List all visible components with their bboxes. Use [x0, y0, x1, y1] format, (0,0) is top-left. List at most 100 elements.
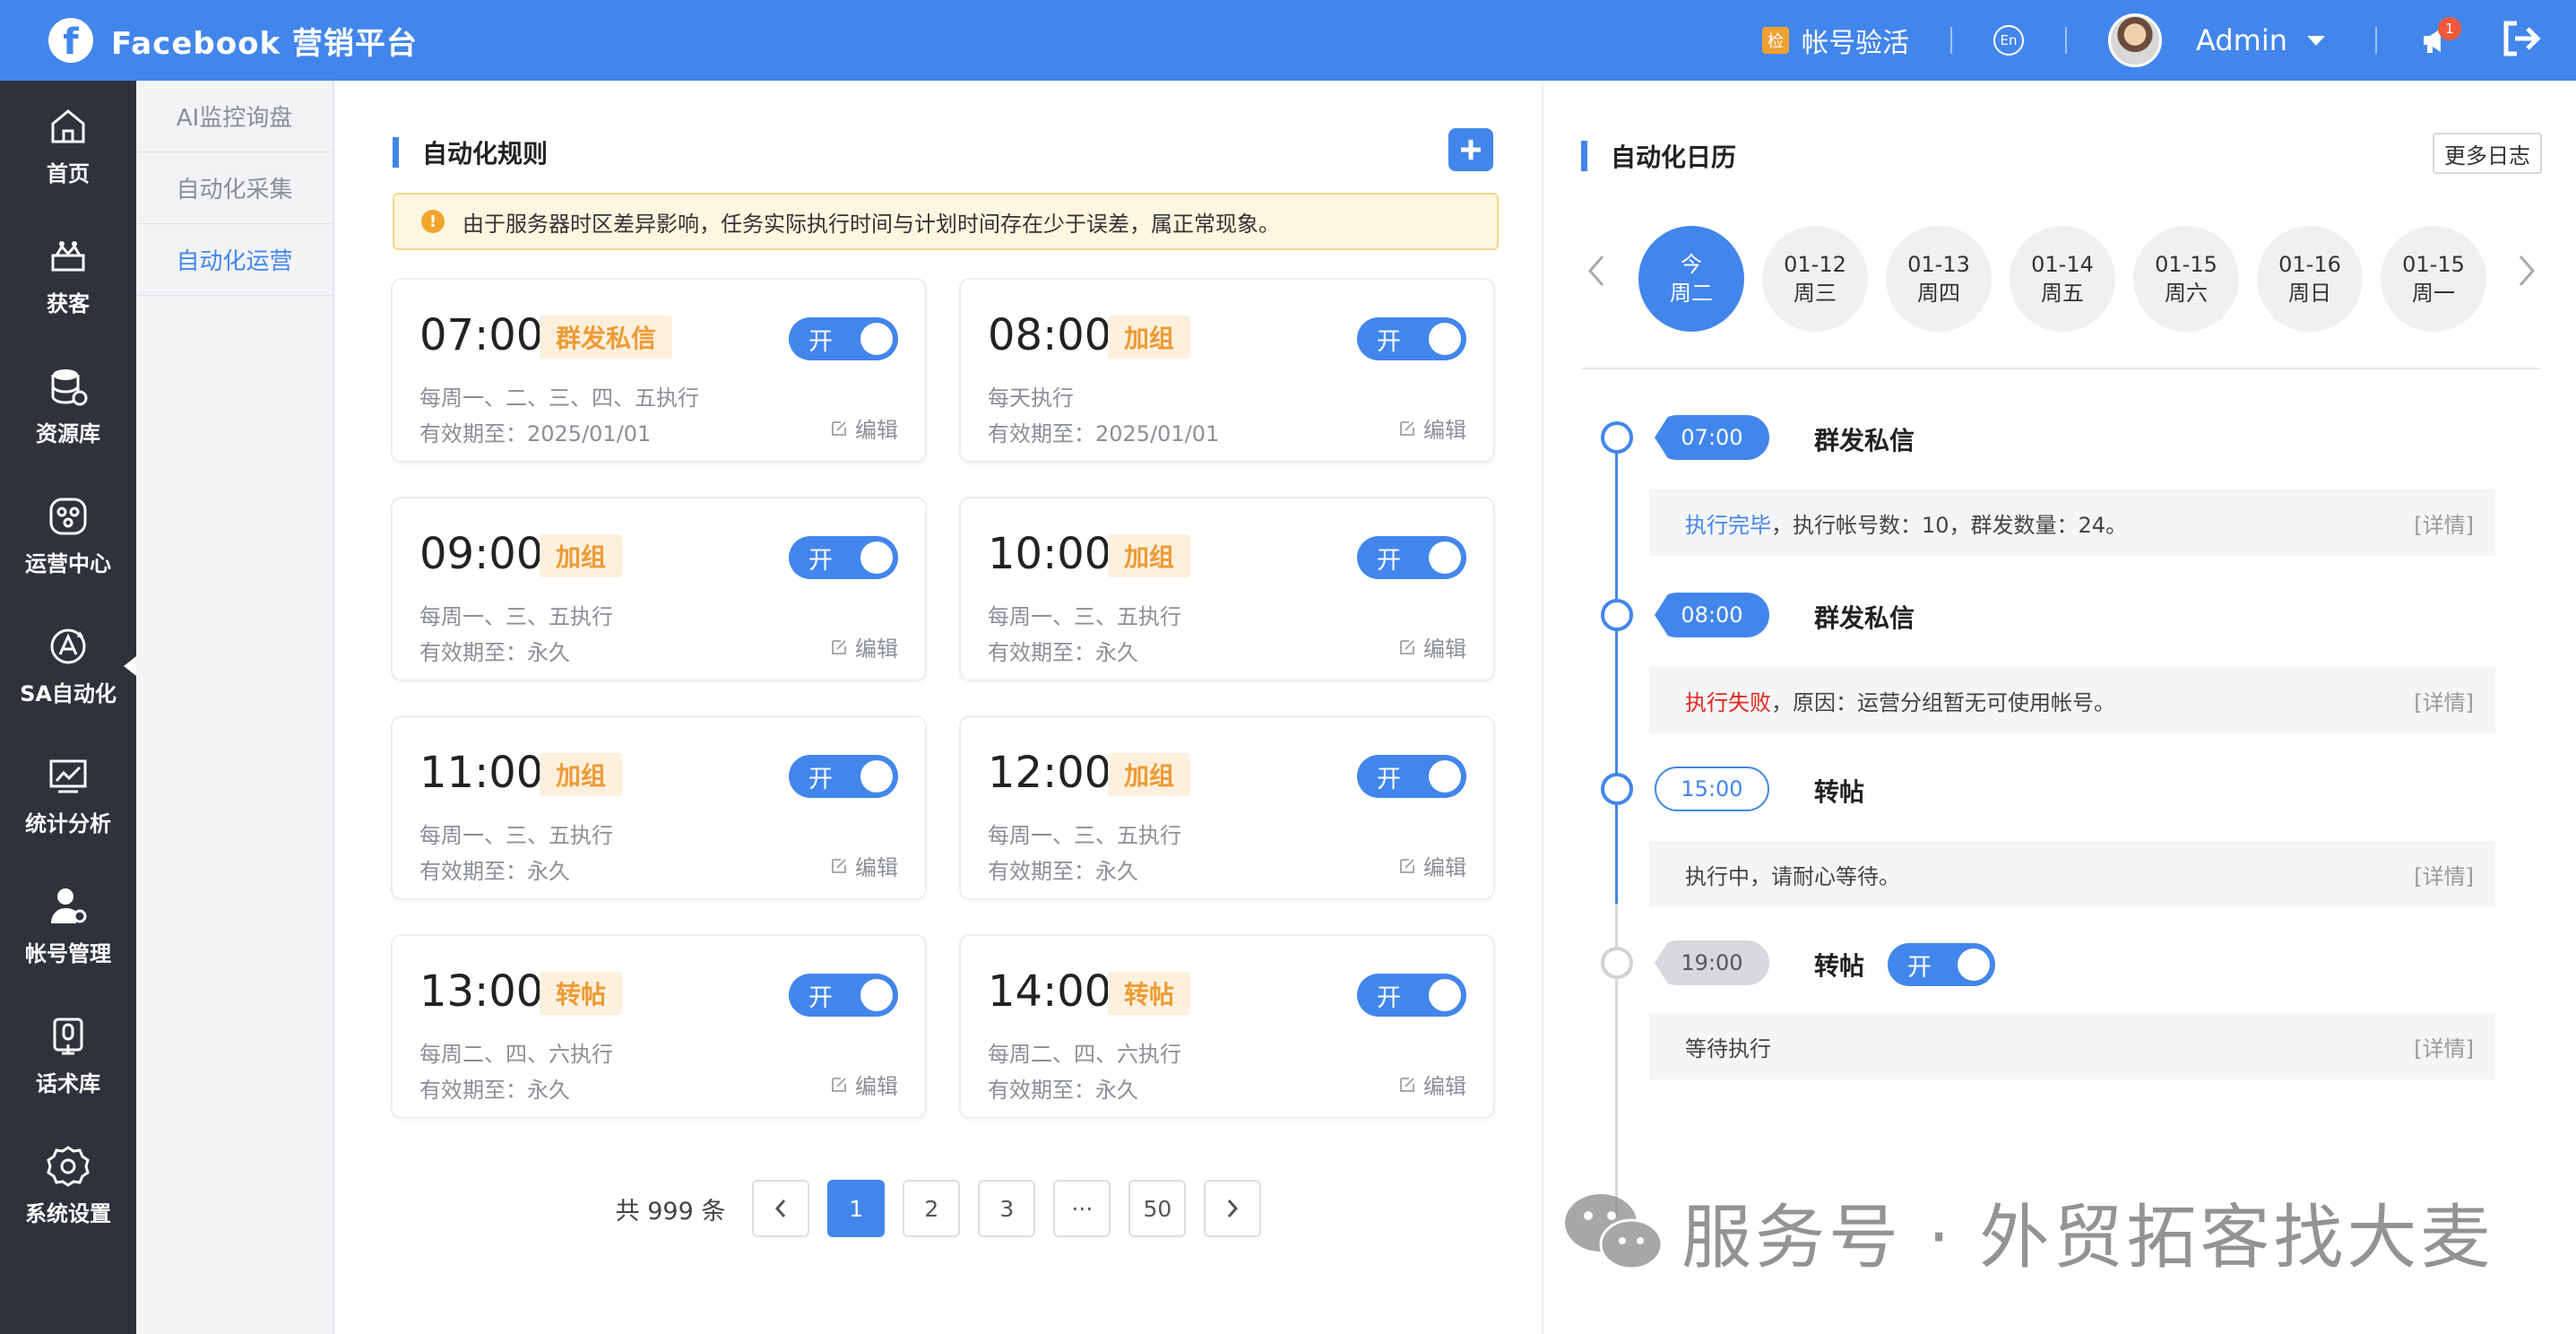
rule-card[interactable]: 13:00 转帖 开 每周二、四、六执行 有效期至：永久 编辑	[391, 934, 927, 1119]
rule-toggle[interactable]: 开	[789, 317, 898, 360]
toggle-label: 开	[1377, 765, 1401, 793]
chart-icon	[49, 759, 87, 793]
calendar-day[interactable]: 01-15 周一	[2381, 226, 2486, 332]
day-date: 01-14	[2031, 252, 2094, 277]
sidebar-item-account[interactable]: 帐号管理	[0, 861, 136, 991]
rule-toggle[interactable]: 开	[789, 755, 898, 798]
edit-button[interactable]: 编辑	[830, 412, 898, 444]
sidebar-item-scripts[interactable]: 话术库	[0, 991, 136, 1121]
database-icon	[51, 369, 88, 406]
detail-message: ，执行帐号数：10，群发数量：24。	[1771, 512, 2128, 538]
sidebar-item-acquire[interactable]: 获客	[0, 211, 136, 341]
warning-icon: !	[421, 210, 445, 233]
edit-icon	[1400, 858, 1414, 873]
rule-toggle[interactable]: 开	[1357, 536, 1466, 579]
sidebar-item-operation[interactable]: 运营中心	[0, 471, 136, 601]
sidebar-item-label: 帐号管理	[25, 941, 111, 966]
rule-card[interactable]: 14:00 转帖 开 每周二、四、六执行 有效期至：永久 编辑	[959, 934, 1495, 1119]
toggle-label: 开	[808, 327, 833, 356]
edit-button[interactable]: 编辑	[830, 631, 898, 663]
toggle-knob	[860, 541, 893, 574]
sidebar-item-resources[interactable]: 资源库	[0, 341, 136, 471]
rule-card[interactable]: 07:00 群发私信 开 每周一、二、三、四、五执行 有效期至：2025/01/…	[391, 278, 927, 463]
rule-toggle[interactable]: 开	[789, 536, 898, 579]
edit-button[interactable]: 编辑	[830, 1069, 898, 1100]
detail-link[interactable]: [详情]	[2414, 1031, 2474, 1062]
edit-button[interactable]: 编辑	[1398, 631, 1466, 663]
sidebar-item-settings[interactable]: 系统设置	[0, 1121, 136, 1251]
timeline-toggle[interactable]: 开	[1888, 943, 1995, 986]
edit-icon	[1400, 420, 1414, 436]
rule-toggle[interactable]: 开	[1357, 974, 1466, 1017]
sidebar-item-sa-automation[interactable]: SA自动化	[0, 601, 136, 731]
edit-button[interactable]: 编辑	[830, 850, 898, 881]
timeline-dot	[1601, 773, 1633, 805]
edit-button[interactable]: 编辑	[1398, 412, 1466, 444]
acquire-icon	[51, 241, 85, 272]
logout-icon	[2503, 21, 2541, 56]
timeline-detail: 执行完毕 ，执行帐号数：10，群发数量：24。 [详情]	[1649, 489, 2495, 556]
subnav-item-auto-operation[interactable]: 自动化运营	[136, 224, 333, 296]
page-button[interactable]: 50	[1128, 1180, 1187, 1237]
page-ellipsis-button[interactable]: ···	[1053, 1180, 1111, 1237]
next-day-button[interactable]	[2517, 253, 2537, 292]
timeline-task-name: 群发私信	[1814, 426, 1915, 455]
logo[interactable]: f Facebook 营销平台	[48, 18, 418, 63]
toggle-knob	[860, 323, 893, 355]
detail-link[interactable]: [详情]	[2414, 685, 2474, 716]
timeline-time: 07:00	[1655, 415, 1769, 460]
page-button[interactable]: 2	[903, 1180, 961, 1237]
detail-link[interactable]: [详情]	[2414, 507, 2474, 539]
day-date: 01-15	[2155, 252, 2217, 277]
calendar-day[interactable]: 01-13 周四	[1886, 226, 1992, 332]
logout-button[interactable]	[2501, 20, 2542, 61]
calendar-day-today[interactable]: 今周二	[1638, 226, 1744, 332]
rule-card[interactable]: 11:00 加组 开 每周一、三、五执行 有效期至：永久 编辑	[391, 715, 927, 900]
rule-card[interactable]: 08:00 加组 开 每天执行 有效期至：2025/01/01 编辑	[959, 278, 1495, 463]
edit-button[interactable]: 编辑	[1398, 850, 1466, 881]
day-week: 周五	[2041, 281, 2084, 306]
rule-toggle[interactable]: 开	[1357, 317, 1466, 360]
calendar-day[interactable]: 01-14 周五	[2010, 226, 2115, 332]
detail-link[interactable]: [详情]	[2414, 859, 2474, 890]
operation-icon	[49, 498, 87, 535]
prev-day-button[interactable]	[1586, 253, 1606, 292]
rule-tag: 群发私信	[540, 316, 673, 359]
page-button[interactable]: 1	[827, 1180, 886, 1237]
calendar-day[interactable]: 01-16 周日	[2257, 226, 2363, 332]
chevron-right-icon	[2519, 256, 2535, 286]
rule-card[interactable]: 09:00 加组 开 每周一、三、五执行 有效期至：永久 编辑	[391, 497, 927, 681]
edit-button[interactable]: 编辑	[1398, 1069, 1466, 1100]
toggle-label: 开	[808, 546, 833, 575]
notification-button[interactable]: 1	[2418, 17, 2461, 58]
calendar-day[interactable]: 01-12 周三	[1762, 226, 1868, 332]
rule-frequency: 每周一、三、五执行	[988, 604, 1181, 629]
avatar[interactable]	[2108, 13, 2163, 67]
sidebar-item-home[interactable]: 首页	[0, 81, 136, 211]
script-icon	[53, 1018, 83, 1055]
prev-page-button[interactable]	[752, 1180, 810, 1237]
rule-card[interactable]: 12:00 加组 开 每周一、三、五执行 有效期至：永久 编辑	[959, 715, 1495, 900]
calendar-day[interactable]: 01-15 周六	[2133, 226, 2239, 332]
rule-toggle[interactable]: 开	[1357, 755, 1466, 798]
account-verify-button[interactable]: 检 帐号验活	[1762, 21, 1909, 60]
language-switch-icon[interactable]: En	[1993, 25, 2025, 56]
toggle-knob	[1429, 760, 1461, 793]
subnav-item-auto-collect[interactable]: 自动化采集	[136, 152, 333, 224]
toggle-label: 开	[1377, 327, 1401, 356]
chevron-down-icon[interactable]	[2307, 35, 2325, 46]
next-page-button[interactable]	[1204, 1180, 1262, 1237]
subnav-item-ai-monitor[interactable]: AI监控询盘	[136, 81, 333, 152]
user-name[interactable]: Admin	[2196, 23, 2287, 57]
page-button[interactable]: 3	[978, 1180, 1036, 1237]
rule-card[interactable]: 10:00 加组 开 每周一、三、五执行 有效期至：永久 编辑	[959, 497, 1495, 681]
sidebar-item-statistics[interactable]: 统计分析	[0, 731, 136, 861]
add-rule-button[interactable]	[1448, 128, 1493, 171]
watermark-text: 服务号 · 外贸拓客找大麦	[1681, 1198, 2494, 1278]
day-date: 01-15	[2402, 252, 2465, 277]
rule-toggle[interactable]: 开	[789, 974, 898, 1017]
chevron-left-icon	[1588, 256, 1604, 286]
day-date: 01-13	[1907, 252, 1970, 277]
more-logs-button[interactable]: 更多日志	[2433, 133, 2542, 174]
toggle-label: 开	[1377, 983, 1401, 1012]
